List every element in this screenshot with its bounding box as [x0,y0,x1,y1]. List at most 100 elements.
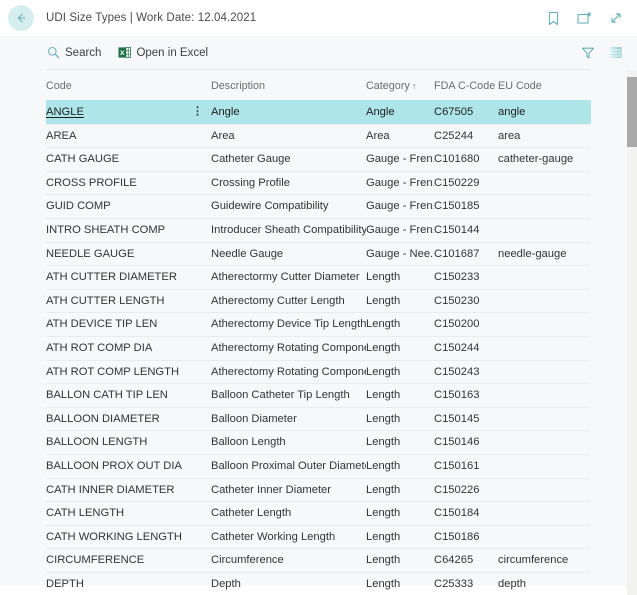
cell-description[interactable]: Atherectomy Rotating Component ... [211,360,366,384]
cell-description[interactable]: Balloon Proximal Outer Diameter (0... [211,454,366,478]
cell-fda_c_code[interactable]: C64265 [434,549,498,573]
cell-category[interactable]: Length [366,313,434,337]
search-button[interactable]: Search [46,46,101,60]
table-row[interactable]: BALLON CATH TIP LENBalloon Catheter Tip … [46,384,591,408]
cell-description[interactable]: Atherectormy Cutter Diameter [211,266,366,290]
vertical-scrollbar-thumb[interactable] [627,77,637,147]
table-row[interactable]: ATH ROT COMP LENGTHAtherectomy Rotating … [46,360,591,384]
cell-code[interactable]: CIRCUMFERENCE [46,549,211,573]
cell-category[interactable]: Length [366,572,434,595]
cell-description[interactable]: Atherectomy Device Tip Length [211,313,366,337]
table-row[interactable]: ANGLE⋮AngleAngleC67505angle [46,101,591,125]
cell-eu_code[interactable] [498,502,591,526]
table-row[interactable]: CROSS PROFILECrossing ProfileGauge - Fre… [46,171,591,195]
table-row[interactable]: ATH ROT COMP DIAAtherectomy Rotating Com… [46,336,591,360]
table-row[interactable]: CATH GAUGECatheter GaugeGauge - Fren...C… [46,148,591,172]
cell-code[interactable]: ATH DEVICE TIP LEN [46,313,211,337]
cell-fda_c_code[interactable]: C25244 [434,124,498,148]
cell-eu_code[interactable]: catheter-gauge [498,148,591,172]
cell-category[interactable]: Angle [366,101,434,125]
cell-category[interactable]: Length [366,360,434,384]
cell-fda_c_code[interactable]: C25333 [434,572,498,595]
table-row[interactable]: NEEDLE GAUGENeedle GaugeGauge - Nee...C1… [46,242,591,266]
cell-description[interactable]: Balloon Length [211,431,366,455]
cell-eu_code[interactable] [498,266,591,290]
table-row[interactable]: CATH INNER DIAMETERCatheter Inner Diamet… [46,478,591,502]
table-row[interactable]: AREAAreaAreaC25244area [46,124,591,148]
cell-code[interactable]: GUID COMP [46,195,211,219]
cell-category[interactable]: Length [366,478,434,502]
cell-code[interactable]: BALLOON PROX OUT DIA [46,454,211,478]
cell-eu_code[interactable] [498,384,591,408]
cell-fda_c_code[interactable]: C150200 [434,313,498,337]
cell-fda_c_code[interactable]: C150233 [434,266,498,290]
cell-code[interactable]: CATH LENGTH [46,502,211,526]
cell-category[interactable]: Length [366,289,434,313]
cell-description[interactable]: Angle [211,101,366,125]
cell-fda_c_code[interactable]: C150145 [434,407,498,431]
cell-eu_code[interactable] [498,478,591,502]
cell-fda_c_code[interactable]: C101680 [434,148,498,172]
cell-fda_c_code[interactable]: C150146 [434,431,498,455]
cell-eu_code[interactable] [498,289,591,313]
back-button[interactable] [8,5,34,31]
table-row[interactable]: BALLOON LENGTHBalloon LengthLengthC15014… [46,431,591,455]
cell-fda_c_code[interactable]: C150229 [434,171,498,195]
cell-category[interactable]: Length [366,502,434,526]
cell-fda_c_code[interactable]: C150184 [434,502,498,526]
cell-description[interactable]: Depth [211,572,366,595]
cell-eu_code[interactable]: circumference [498,549,591,573]
cell-description[interactable]: Balloon Diameter [211,407,366,431]
column-header-category[interactable]: Category↑ [366,70,434,101]
cell-fda_c_code[interactable]: C101687 [434,242,498,266]
cell-code[interactable]: ATH ROT COMP LENGTH [46,360,211,384]
cell-category[interactable]: Length [366,407,434,431]
cell-category[interactable]: Length [366,336,434,360]
filter-icon[interactable] [581,46,595,60]
table-row[interactable]: ATH CUTTER LENGTHAtherectomy Cutter Leng… [46,289,591,313]
cell-code[interactable]: INTRO SHEATH COMP [46,218,211,242]
expand-icon[interactable] [608,11,623,26]
cell-code[interactable]: BALLOON DIAMETER [46,407,211,431]
cell-category[interactable]: Gauge - Fren... [366,171,434,195]
cell-description[interactable]: Balloon Catheter Tip Length [211,384,366,408]
cell-code[interactable]: ATH ROT COMP DIA [46,336,211,360]
cell-eu_code[interactable] [498,407,591,431]
cell-description[interactable]: Atherectomy Cutter Length [211,289,366,313]
cell-description[interactable]: Needle Gauge [211,242,366,266]
table-row[interactable]: INTRO SHEATH COMPIntroducer Sheath Compa… [46,218,591,242]
cell-fda_c_code[interactable]: C150243 [434,360,498,384]
table-row[interactable]: ATH CUTTER DIAMETERAtherectormy Cutter D… [46,266,591,290]
cell-category[interactable]: Gauge - Fren... [366,148,434,172]
table-row[interactable]: DEPTHDepthLengthC25333depth [46,572,591,595]
cell-category[interactable]: Length [366,549,434,573]
column-layout-icon[interactable] [609,46,623,60]
cell-category[interactable]: Gauge - Fren... [366,195,434,219]
cell-category[interactable]: Length [366,266,434,290]
cell-code[interactable]: ATH CUTTER DIAMETER [46,266,211,290]
cell-fda_c_code[interactable]: C150161 [434,454,498,478]
vertical-scrollbar[interactable] [627,70,637,595]
cell-eu_code[interactable] [498,454,591,478]
cell-code[interactable]: ANGLE⋮ [46,101,211,125]
column-header-eu-code[interactable]: EU Code [498,70,591,101]
column-header-code[interactable]: Code [46,70,211,101]
cell-eu_code[interactable] [498,336,591,360]
cell-eu_code[interactable] [498,525,591,549]
row-options-menu-icon[interactable]: ⋮ [192,107,203,118]
table-row[interactable]: ATH DEVICE TIP LENAtherectomy Device Tip… [46,313,591,337]
cell-code[interactable]: DEPTH [46,572,211,595]
cell-code[interactable]: CATH GAUGE [46,148,211,172]
cell-eu_code[interactable] [498,360,591,384]
cell-description[interactable]: Catheter Working Length [211,525,366,549]
bookmark-icon[interactable] [546,11,561,26]
cell-code[interactable]: CROSS PROFILE [46,171,211,195]
table-row[interactable]: CATH WORKING LENGTHCatheter Working Leng… [46,525,591,549]
cell-eu_code[interactable] [498,431,591,455]
table-row[interactable]: BALLOON PROX OUT DIABalloon Proximal Out… [46,454,591,478]
cell-eu_code[interactable] [498,218,591,242]
cell-description[interactable]: Guidewire Compatibility [211,195,366,219]
cell-code[interactable]: CATH WORKING LENGTH [46,525,211,549]
cell-code[interactable]: BALLOON LENGTH [46,431,211,455]
table-row[interactable]: GUID COMPGuidewire CompatibilityGauge - … [46,195,591,219]
